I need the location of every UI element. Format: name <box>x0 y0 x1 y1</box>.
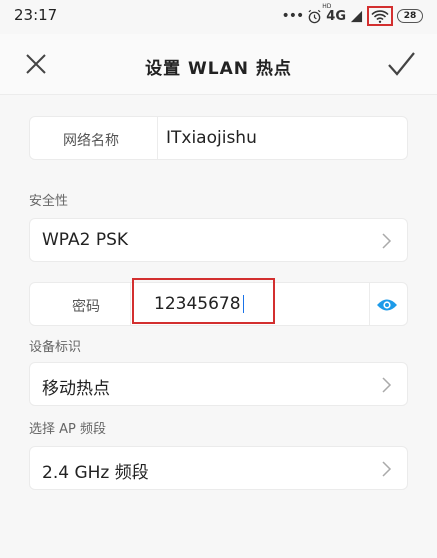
battery-indicator: 28 <box>397 9 423 23</box>
nav-bar: 设置 WLAN 热点 <box>0 34 437 95</box>
chevron-right-icon <box>382 233 392 249</box>
network-name-value[interactable]: ITxiaojishu <box>166 128 257 148</box>
hd-badge: HD <box>322 2 332 10</box>
band-section-label: 选择 AP 频段 <box>29 422 106 437</box>
signal-icon <box>350 10 363 22</box>
status-time: 23:17 <box>14 6 58 24</box>
security-selector[interactable]: WPA2 PSK <box>29 218 408 262</box>
password-label: 密码 <box>72 299 100 315</box>
network-name-label: 网络名称 <box>63 133 119 149</box>
status-bar: 23:17 ••• HD 4G 28 <box>0 0 437 34</box>
chevron-right-icon <box>382 461 392 477</box>
page-title: 设置 WLAN 热点 <box>145 59 292 79</box>
wifi-icon <box>371 9 389 23</box>
network-name-field[interactable]: 网络名称 ITxiaojishu <box>29 116 408 160</box>
network-type: HD 4G <box>322 3 346 24</box>
band-value: 2.4 GHz 频段 <box>42 463 149 483</box>
more-dots-icon: ••• <box>281 8 305 24</box>
field-divider <box>157 117 158 159</box>
wifi-hotspot-highlight <box>367 6 393 26</box>
chevron-right-icon <box>382 377 392 393</box>
device-section-label: 设备标识 <box>29 340 82 355</box>
status-icons: ••• HD 4G 28 <box>281 3 423 26</box>
security-section-label: 安全性 <box>29 194 69 209</box>
alarm-icon <box>308 9 321 23</box>
show-password-eye-icon[interactable] <box>376 297 398 313</box>
field-divider <box>369 283 370 325</box>
device-selector[interactable]: 移动热点 <box>29 362 408 406</box>
password-highlight-box <box>132 278 275 324</box>
network-label: 4G <box>326 8 346 24</box>
confirm-check-icon[interactable] <box>385 48 417 80</box>
security-value: WPA2 PSK <box>42 230 129 250</box>
field-divider <box>130 283 131 325</box>
device-value: 移动热点 <box>42 379 110 399</box>
band-selector[interactable]: 2.4 GHz 频段 <box>29 446 408 490</box>
